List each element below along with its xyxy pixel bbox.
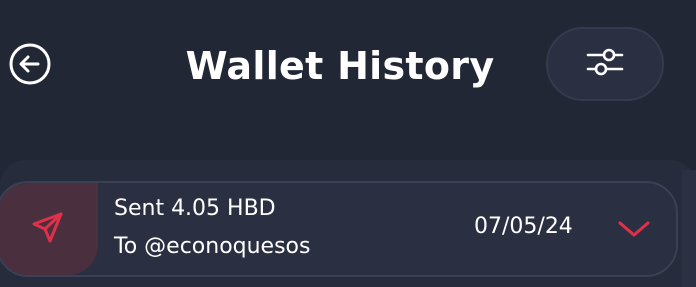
chevron-down-icon[interactable] — [616, 217, 652, 241]
page-title: Wallet History — [185, 44, 495, 88]
transaction-date: 07/05/24 — [474, 214, 573, 239]
filter-button[interactable] — [546, 27, 664, 101]
transaction-title: Sent 4.05 HBD — [114, 196, 276, 221]
back-button[interactable] — [8, 42, 52, 90]
transaction-type-badge — [0, 183, 98, 275]
wallet-history-screen: Wallet History Sent 4.05 HBD To @econoqu… — [0, 0, 696, 287]
transaction-card[interactable]: Sent 4.05 HBD To @econoquesos 07/05/24 — [0, 181, 678, 277]
sliders-icon — [585, 42, 625, 86]
transaction-recipient: To @econoquesos — [114, 234, 311, 259]
arrow-left-circle-icon — [8, 42, 52, 90]
scrollbar[interactable] — [682, 170, 696, 287]
send-paper-plane-icon — [30, 209, 66, 249]
